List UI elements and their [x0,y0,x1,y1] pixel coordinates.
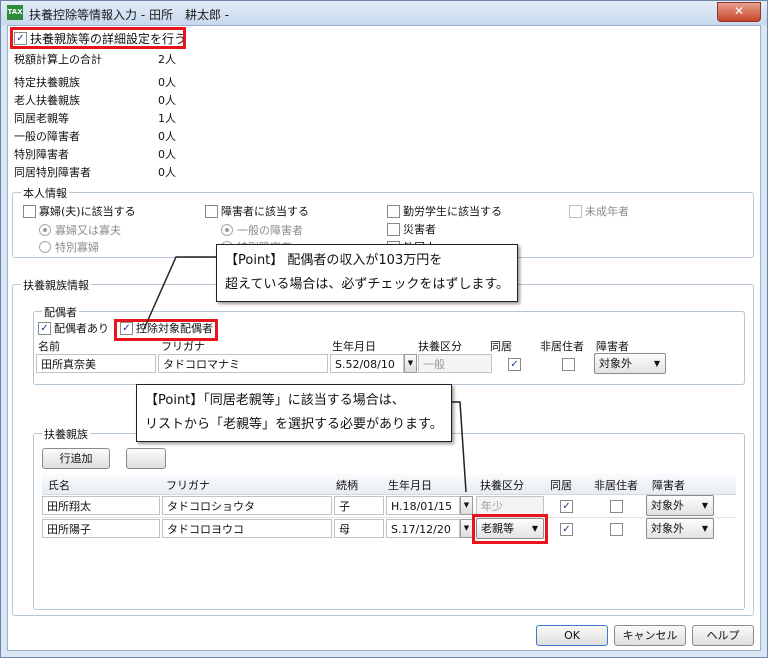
callout-spouse-line: 【Point】 配偶者の収入が103万円を [225,253,443,268]
callout-spouse-line: 超えている場合は、必ずチェックをはずします。 [225,277,510,292]
close-button[interactable]: ✕ [717,2,761,22]
callout-parent: 【Point】「同居老親等」に該当する場合は、 リストから「老親等」を選択する必… [136,384,452,442]
cancel-button[interactable]: キャンセル [614,625,686,646]
callout-spouse: 【Point】 配偶者の収入が103万円を 超えている場合は、必ずチェックをはず… [216,244,519,302]
app-icon: TAX [7,5,23,20]
callout-connectors [143,256,467,493]
dialog-window: TAX 扶養控除等情報入力 - 田所 耕太郎 - ✕ ✓ 扶養親族等の詳細設定を… [0,0,768,658]
callout-parent-line: リストから「老親等」を選択する必要があります。 [145,417,443,432]
dialog-body: ✓ 扶養親族等の詳細設定を行う 税額計算上の合計 2人 特定扶養親族 0人 老人… [7,25,761,651]
callout-spouse-connector [143,256,216,330]
ok-button[interactable]: OK [536,625,608,646]
callout-parent-line: 【Point】「同居老親等」に該当する場合は、 [145,393,405,408]
title-bar: TAX 扶養控除等情報入力 - 田所 耕太郎 - ✕ [1,1,767,25]
help-button[interactable]: ヘルプ [692,625,754,646]
window-title: 扶養控除等情報入力 - 田所 耕太郎 - [29,8,230,22]
